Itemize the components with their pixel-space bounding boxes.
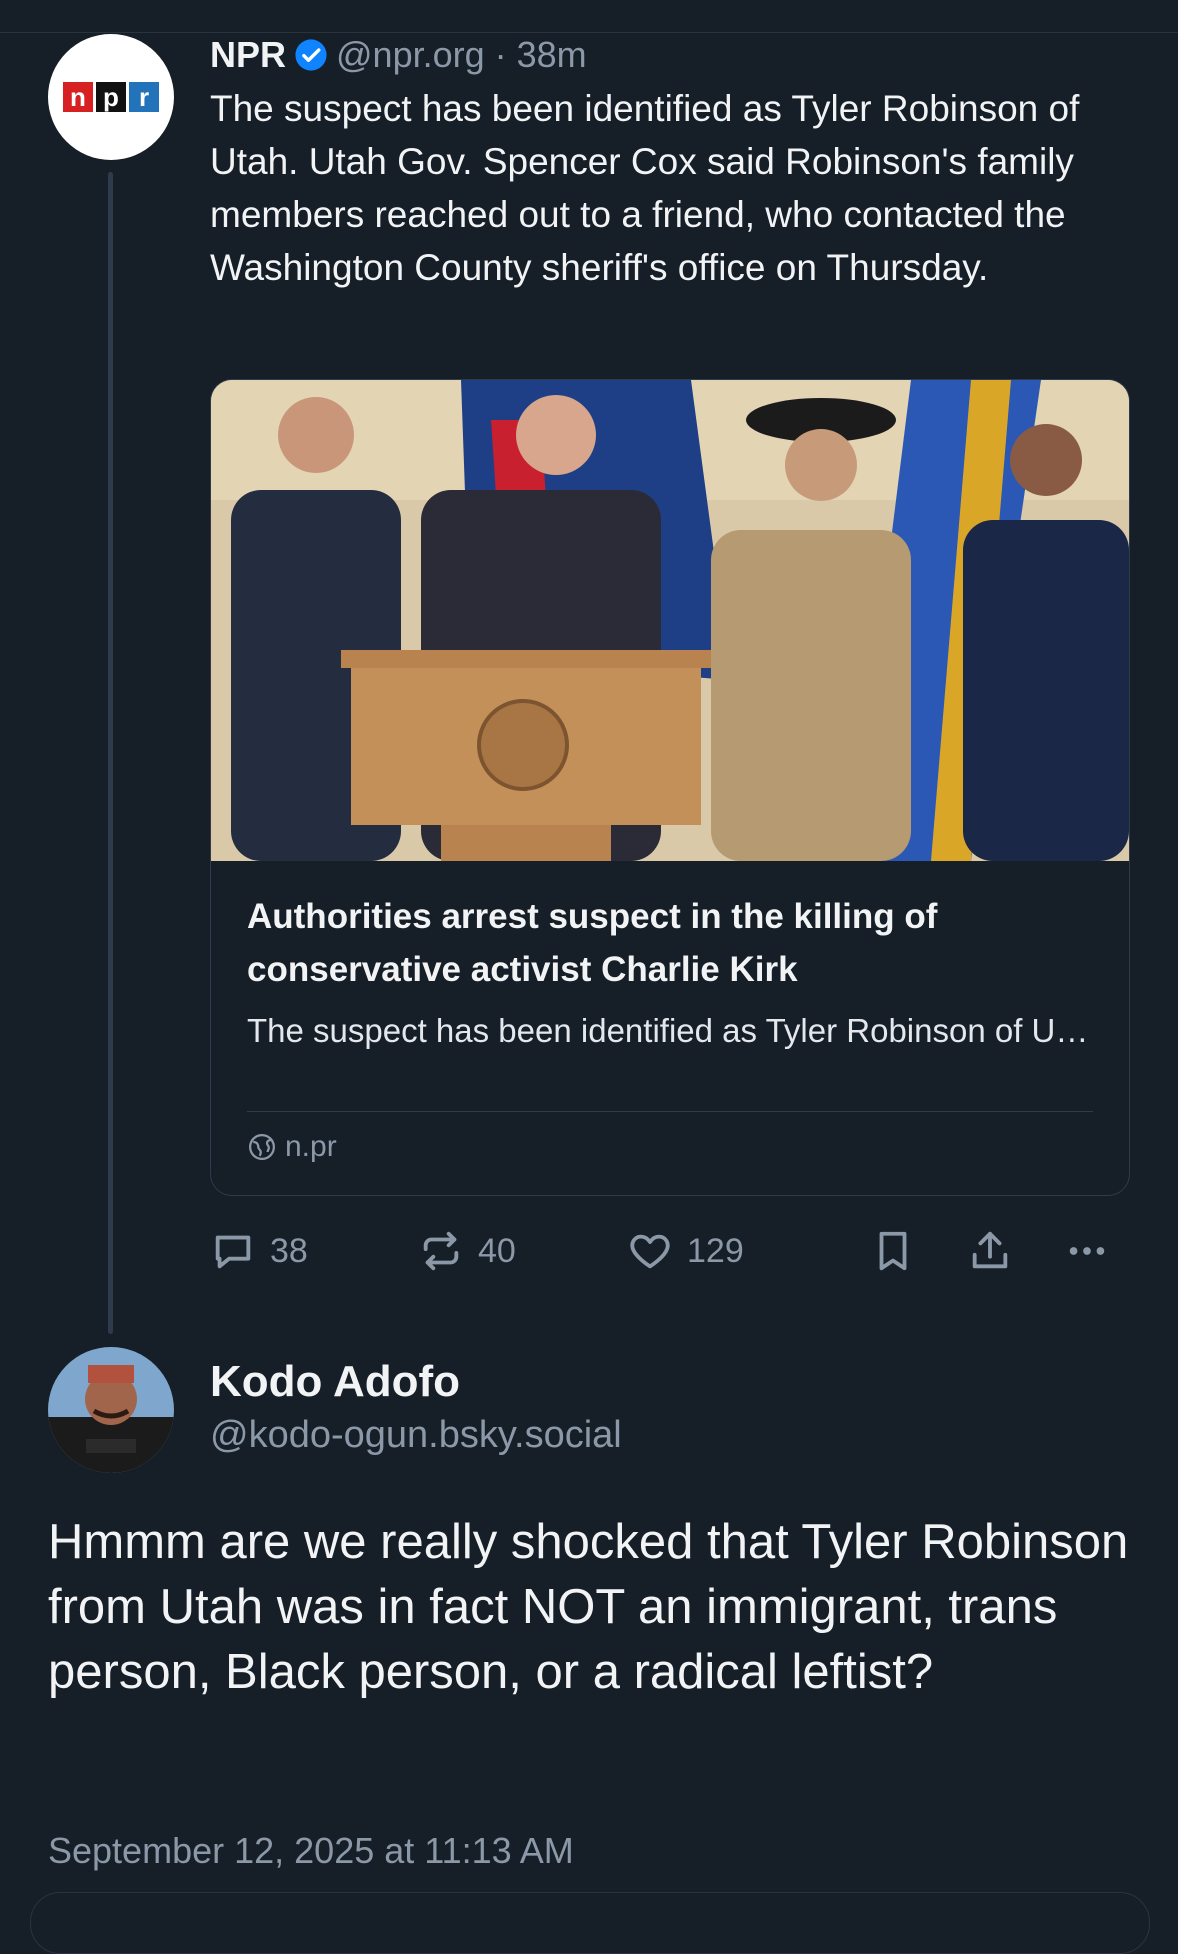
reply-text: Hmmm are we really shocked that Tyler Ro… xyxy=(48,1515,1129,1699)
link-card-domain: n.pr xyxy=(285,1130,337,1163)
reply-date: September 12, 2025 at 11:13 AM xyxy=(48,1830,574,1871)
npr-avatar[interactable]: n p r xyxy=(48,34,174,160)
meta-separator: · xyxy=(494,34,507,75)
repost-button[interactable]: 40 xyxy=(418,1228,516,1274)
link-card-description: The suspect has been identified as Tyler… xyxy=(247,1012,1093,1049)
reply-author-handle[interactable]: @kodo-ogun.bsky.social xyxy=(210,1414,622,1457)
share-icon xyxy=(972,1231,1008,1269)
ellipsis-icon xyxy=(1069,1247,1105,1255)
bookmark-button[interactable] xyxy=(870,1228,916,1274)
globe-icon xyxy=(249,1134,275,1160)
reply-icon xyxy=(215,1235,251,1269)
like-button[interactable]: 129 xyxy=(627,1228,744,1274)
post-time[interactable]: 38m xyxy=(517,34,587,76)
link-card-body: Authorities arrest suspect in the killin… xyxy=(247,890,1093,1054)
npr-logo-r: r xyxy=(129,82,159,112)
npr-logo-n: n xyxy=(63,82,93,112)
link-card-domain-row: n.pr xyxy=(247,1130,337,1164)
link-card-image xyxy=(211,380,1129,861)
link-card[interactable]: Authorities arrest suspect in the killin… xyxy=(210,379,1130,1196)
repost-count: 40 xyxy=(478,1231,516,1270)
repost-icon xyxy=(423,1231,459,1271)
author-handle[interactable]: @npr.org xyxy=(336,34,485,76)
kodo-avatar[interactable] xyxy=(48,1347,174,1473)
more-options-button[interactable] xyxy=(1064,1228,1110,1274)
reply-button[interactable]: 38 xyxy=(210,1228,308,1274)
post-meta: NPR @npr.org · 38m xyxy=(210,30,1130,80)
next-item-edge xyxy=(30,1892,1150,1954)
share-button[interactable] xyxy=(967,1228,1013,1274)
kodo-avatar-image xyxy=(48,1347,174,1473)
thread-line xyxy=(108,172,113,1334)
npr-logo: n p r xyxy=(63,82,159,112)
like-count: 129 xyxy=(687,1231,744,1270)
npr-post[interactable]: NPR @npr.org · 38m The suspect has been … xyxy=(210,30,1130,294)
link-card-title: Authorities arrest suspect in the killin… xyxy=(247,897,938,989)
link-card-divider xyxy=(247,1111,1093,1112)
author-name[interactable]: NPR xyxy=(210,34,286,76)
bookmark-icon xyxy=(879,1231,907,1271)
heart-icon xyxy=(630,1234,670,1269)
post-actions: 38 40 129 xyxy=(210,1228,1130,1284)
npr-logo-p: p xyxy=(96,82,126,112)
top-bar xyxy=(0,0,1178,33)
reply-count: 38 xyxy=(270,1231,308,1270)
post-text: The suspect has been identified as Tyler… xyxy=(210,88,1080,288)
reply-author-name[interactable]: Kodo Adofo xyxy=(210,1357,460,1407)
verified-badge-icon xyxy=(295,39,327,71)
